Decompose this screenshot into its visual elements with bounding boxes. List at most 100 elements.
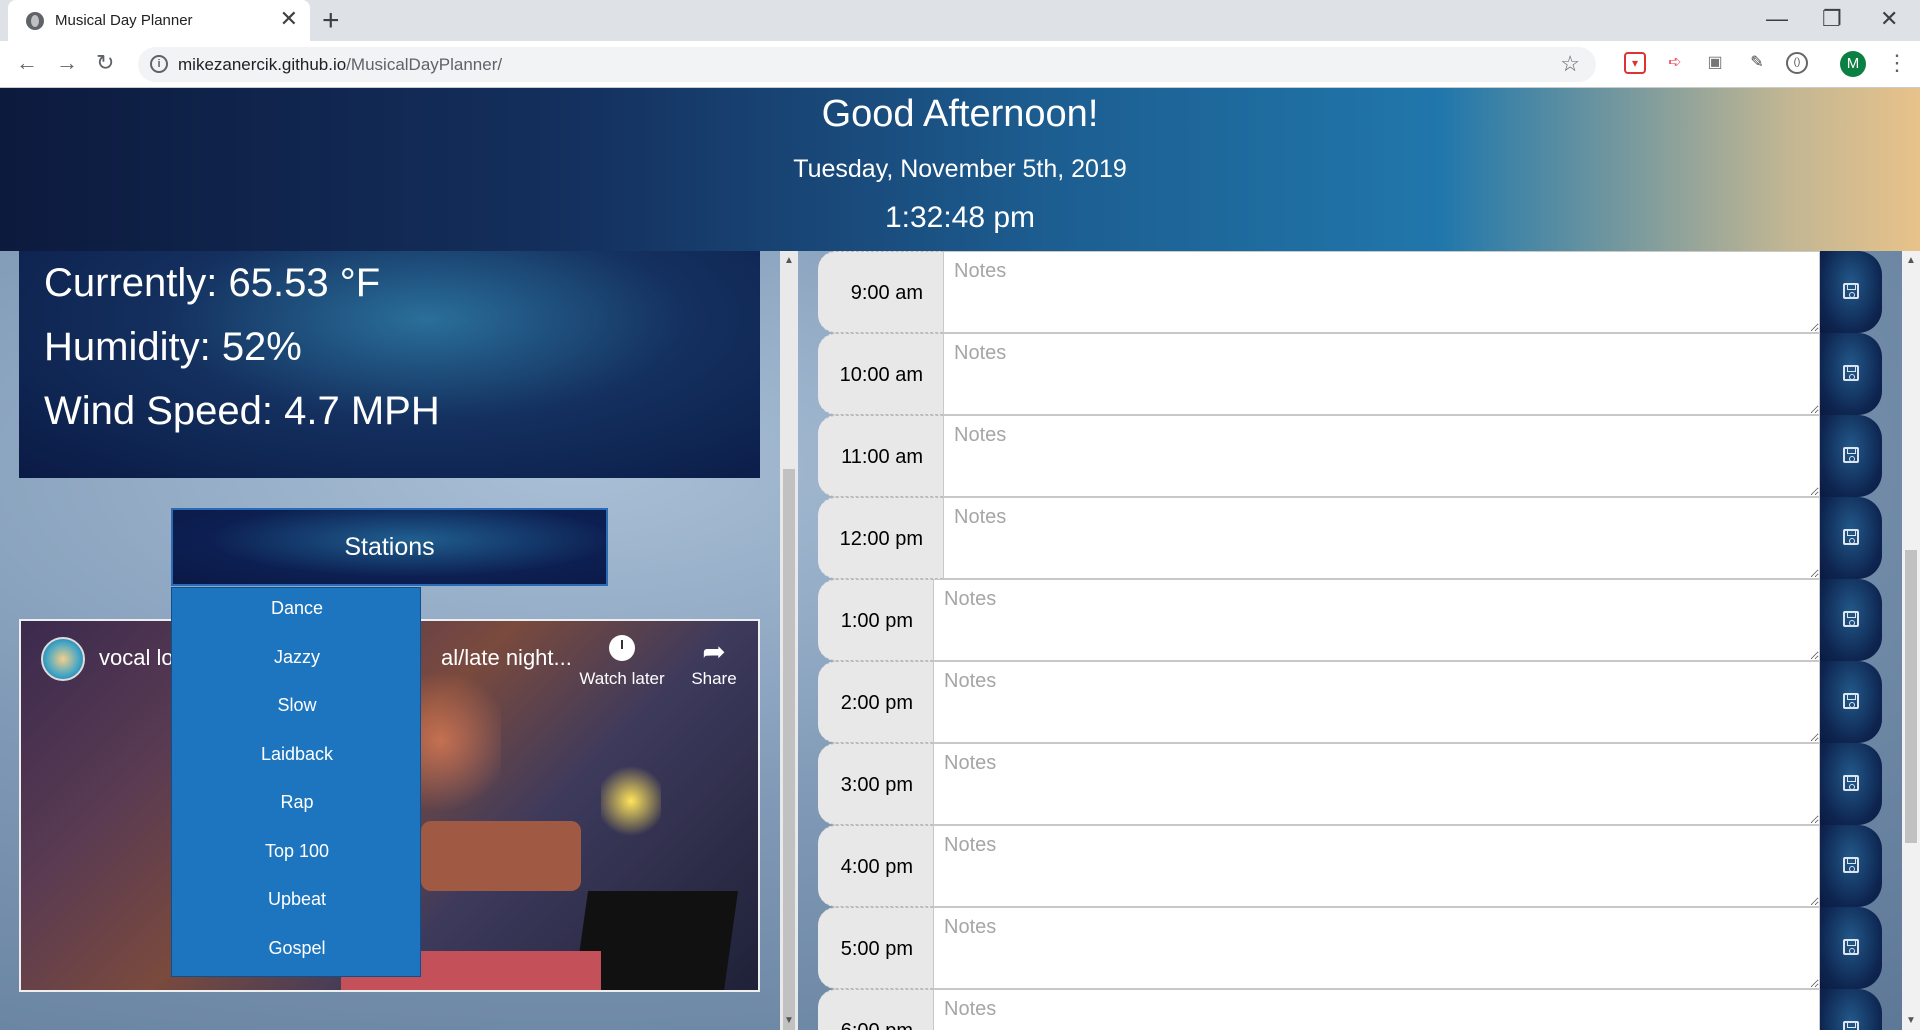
url-host: mikezanercik.github.io — [178, 55, 347, 74]
notes-textarea[interactable] — [943, 333, 1820, 415]
video-title-start: vocal lo — [99, 645, 174, 670]
scroll-down-arrow-icon[interactable]: ▼ — [1906, 1015, 1916, 1026]
page-header: Good Afternoon! Tuesday, November 5th, 2… — [0, 88, 1920, 251]
weather-panel: Currently: 65.53 °F Humidity: 52% Wind S… — [19, 251, 760, 478]
profile-avatar[interactable]: M — [1840, 51, 1866, 77]
tab-title: Musical Day Planner — [55, 12, 193, 29]
browser-tab[interactable]: Musical Day Planner ✕ — [8, 0, 310, 41]
scroll-down-arrow-icon[interactable]: ▼ — [784, 1015, 794, 1026]
notes-textarea[interactable] — [933, 661, 1820, 743]
time-block: 12:00 pm — [818, 497, 1882, 579]
arrow-extension-icon[interactable]: ➪ — [1664, 52, 1686, 74]
notes-textarea[interactable] — [933, 579, 1820, 661]
reload-button[interactable]: ↻ — [96, 49, 114, 77]
save-button[interactable] — [1820, 743, 1882, 825]
stations-button[interactable]: Stations — [171, 508, 608, 586]
restore-button[interactable]: ❐ — [1822, 6, 1842, 32]
station-option-laidback[interactable]: Laidback — [172, 744, 422, 765]
station-option-dance[interactable]: Dance — [172, 598, 422, 619]
video-scene-lamp — [601, 761, 661, 841]
url-text[interactable]: mikezanercik.github.io/MusicalDayPlanner… — [178, 55, 502, 75]
channel-avatar[interactable] — [41, 637, 85, 681]
page-body: Good Afternoon! Tuesday, November 5th, 2… — [0, 88, 1920, 1030]
browser-toolbar: ← → ↻ i mikezanercik.github.io/MusicalDa… — [0, 41, 1920, 88]
save-icon — [1843, 283, 1859, 299]
eyedropper-icon[interactable]: ✎ — [1746, 52, 1768, 74]
share-button[interactable]: ➦ Share — [682, 635, 746, 689]
address-bar[interactable]: i mikezanercik.github.io/MusicalDayPlann… — [138, 47, 1596, 82]
station-option-rap[interactable]: Rap — [172, 792, 422, 813]
save-button[interactable] — [1820, 989, 1882, 1030]
station-option-jazzy[interactable]: Jazzy — [172, 647, 422, 668]
hour-label: 3:00 pm — [818, 743, 933, 825]
save-button[interactable] — [1820, 907, 1882, 989]
time-block: 3:00 pm — [818, 743, 1882, 825]
scroll-up-arrow-icon[interactable]: ▲ — [784, 255, 794, 266]
hour-label: 11:00 am — [818, 415, 943, 497]
window-close-button[interactable]: ✕ — [1880, 6, 1898, 32]
hour-label: 12:00 pm — [818, 497, 943, 579]
time-block: 2:00 pm — [818, 661, 1882, 743]
time-block: 10:00 am — [818, 333, 1882, 415]
globe-icon — [26, 12, 44, 30]
hour-label: 1:00 pm — [818, 579, 933, 661]
notes-textarea[interactable] — [933, 743, 1820, 825]
greeting: Good Afternoon! — [821, 93, 1099, 135]
video-scene-sofa — [421, 821, 581, 891]
watch-later-label: Watch later — [579, 669, 665, 688]
time-block: 5:00 pm — [818, 907, 1882, 989]
bookmark-star-icon[interactable]: ☆ — [1560, 51, 1580, 77]
back-button[interactable]: ← — [16, 49, 38, 77]
save-button[interactable] — [1820, 415, 1882, 497]
save-button[interactable] — [1820, 825, 1882, 907]
site-info-icon[interactable]: i — [150, 55, 168, 73]
forward-button[interactable]: → — [56, 49, 78, 77]
share-label: Share — [691, 669, 737, 688]
notes-textarea[interactable] — [943, 251, 1820, 333]
save-icon — [1843, 775, 1859, 791]
hour-label: 10:00 am — [818, 333, 943, 415]
station-option-gospel[interactable]: Gospel — [172, 938, 422, 959]
left-panel-scrollbar[interactable]: ▲ ▼ — [780, 251, 798, 1030]
humidity: Humidity: 52% — [44, 325, 302, 369]
save-icon — [1843, 693, 1859, 709]
stations-dropdown: Dance Jazzy Slow Laidback Rap Top 100 Up… — [171, 587, 421, 977]
pocket-icon[interactable]: ▾ — [1624, 52, 1646, 74]
save-icon — [1843, 939, 1859, 955]
save-button[interactable] — [1820, 333, 1882, 415]
time-block: 4:00 pm — [818, 825, 1882, 907]
share-icon: ➦ — [702, 636, 726, 667]
camera-icon[interactable]: ▣ — [1704, 52, 1726, 74]
time-block: 11:00 am — [818, 415, 1882, 497]
notes-textarea[interactable] — [933, 825, 1820, 907]
station-option-top-100[interactable]: Top 100 — [172, 841, 422, 862]
minimize-button[interactable]: — — [1766, 6, 1788, 32]
notes-textarea[interactable] — [943, 415, 1820, 497]
browser-menu-icon[interactable]: ⋮ — [1886, 49, 1908, 77]
save-button[interactable] — [1820, 661, 1882, 743]
station-option-upbeat[interactable]: Upbeat — [172, 889, 422, 910]
save-button[interactable] — [1820, 251, 1882, 333]
notes-textarea[interactable] — [943, 497, 1820, 579]
notes-textarea[interactable] — [933, 907, 1820, 989]
save-button[interactable] — [1820, 497, 1882, 579]
page-scrollbar[interactable]: ▲ ▼ — [1902, 251, 1920, 1030]
scrollbar-thumb[interactable] — [1905, 550, 1917, 843]
time-block: 9:00 am — [818, 251, 1882, 333]
wind-speed: Wind Speed: 4.7 MPH — [44, 389, 440, 433]
video-title-end: al/late night... — [441, 645, 572, 670]
scroll-up-arrow-icon[interactable]: ▲ — [1906, 255, 1916, 266]
time-block: 1:00 pm — [818, 579, 1882, 661]
day-planner: 9:00 am 10:00 am 11:00 am 12:00 pm 1:00 … — [818, 251, 1882, 1030]
new-tab-button[interactable]: + — [322, 4, 340, 38]
code-icon[interactable]: () — [1786, 52, 1808, 74]
save-icon — [1843, 611, 1859, 627]
close-tab-icon[interactable]: ✕ — [280, 8, 298, 30]
save-button[interactable] — [1820, 579, 1882, 661]
url-path: /MusicalDayPlanner/ — [346, 55, 503, 74]
station-option-slow[interactable]: Slow — [172, 695, 422, 716]
notes-textarea[interactable] — [933, 989, 1820, 1030]
hour-label: 9:00 am — [818, 251, 943, 333]
watch-later-button[interactable]: Watch later — [572, 635, 672, 689]
scrollbar-thumb[interactable] — [783, 469, 795, 1030]
